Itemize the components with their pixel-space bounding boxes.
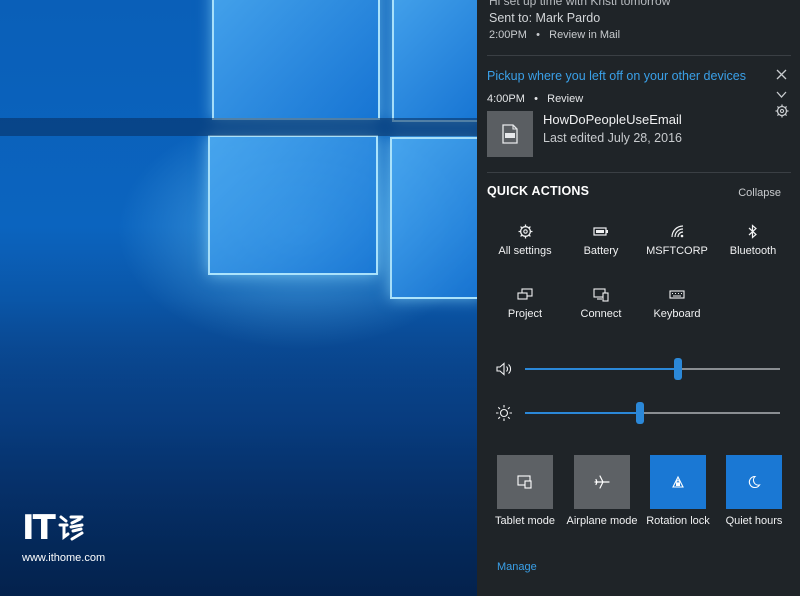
tile-label: Project	[507, 308, 543, 320]
action-center-panel: Hi set up time with Kristi tomorrow Sent…	[477, 0, 800, 596]
pickup-notification-app: Review	[547, 93, 584, 105]
ithome-url: www.ithome.com	[22, 552, 106, 564]
wifi-icon	[639, 224, 715, 242]
email-notification-meta: 2:00PM • Review in Mail	[489, 29, 620, 41]
email-notification-body[interactable]: Hi set up time with Kristi tomorrow	[489, 0, 670, 8]
quiet-hours-button[interactable]	[726, 455, 782, 509]
tile-label: Bluetooth	[729, 245, 777, 257]
ithome-watermark: IT www.ithome.com	[22, 510, 105, 564]
volume-slider-fill	[525, 368, 678, 370]
moon-icon	[748, 475, 761, 489]
keyboard-tile[interactable]: Keyboard	[639, 285, 715, 337]
ithome-logo-text: IT	[22, 508, 56, 548]
tablet-mode-button[interactable]	[497, 455, 553, 509]
tile-label: Connect	[580, 308, 622, 320]
notification-divider	[487, 55, 791, 56]
pdf-file-icon[interactable]	[487, 111, 533, 157]
tile-label: Keyboard	[653, 308, 701, 320]
battery-tile[interactable]: Battery	[563, 222, 639, 274]
airplane-mode-button[interactable]	[574, 455, 630, 509]
quick-actions-title: QUICK ACTIONS	[487, 184, 590, 198]
brightness-slider-fill	[525, 412, 640, 414]
battery-icon	[563, 224, 639, 242]
rotation-lock-label: Rotation lock	[646, 515, 710, 527]
tile-label: All settings	[498, 245, 552, 257]
email-notification-time: 2:00PM	[489, 29, 527, 41]
volume-slider-thumb[interactable]	[674, 358, 682, 380]
meta-dot: •	[529, 29, 547, 41]
volume-slider[interactable]	[525, 358, 780, 380]
project-icon	[487, 287, 563, 305]
window-logo-pane	[208, 135, 378, 275]
ithome-logo: IT	[22, 510, 105, 546]
window-logo-pane	[392, 0, 477, 122]
manage-link[interactable]: Manage	[497, 561, 537, 573]
chevron-down-icon[interactable]	[776, 88, 787, 102]
collapse-button[interactable]: Collapse	[738, 187, 781, 199]
rotation-lock-icon	[672, 475, 684, 488]
email-notification-app: Review in Mail	[549, 29, 621, 41]
email-notification-recipient[interactable]: Sent to: Mark Pardo	[489, 11, 600, 25]
gear-icon	[487, 224, 563, 242]
tile-label: Battery	[583, 245, 619, 257]
connect-icon	[563, 287, 639, 305]
bluetooth-icon	[715, 224, 791, 242]
window-logo-pane	[390, 137, 477, 299]
tile-label: MSFTCORP	[646, 245, 708, 257]
speaker-icon[interactable]	[495, 360, 513, 378]
meta-dot: •	[527, 93, 545, 105]
airplane-mode-label: Airplane mode	[566, 515, 638, 527]
window-logo-bar	[0, 118, 477, 136]
brightness-slider-thumb[interactable]	[635, 402, 644, 424]
keyboard-icon	[639, 287, 715, 305]
bluetooth-tile[interactable]: Bluetooth	[715, 222, 791, 274]
quiet-hours-label: Quiet hours	[725, 515, 783, 527]
brightness-slider[interactable]	[525, 402, 780, 424]
desktop-wallpaper: IT www.ithome.com	[0, 0, 477, 596]
pickup-group-header[interactable]: Pickup where you left off on your other …	[487, 69, 746, 83]
ithome-logo-glyph	[58, 515, 84, 541]
tablet-mode-icon	[517, 475, 532, 489]
all-settings-tile[interactable]: All settings	[487, 222, 563, 274]
network-tile[interactable]: MSFTCORP	[639, 222, 715, 274]
pickup-notification-time: 4:00PM	[487, 93, 525, 105]
close-icon[interactable]	[776, 69, 787, 83]
sun-icon[interactable]	[495, 404, 513, 422]
project-tile[interactable]: Project	[487, 285, 563, 337]
tablet-mode-label: Tablet mode	[495, 515, 555, 527]
connect-tile[interactable]: Connect	[563, 285, 639, 337]
pickup-notification-meta: 4:00PM • Review	[487, 93, 583, 105]
airplane-icon	[594, 475, 610, 489]
pickup-file-name[interactable]: HowDoPeopleUseEmail	[543, 112, 682, 127]
section-divider	[487, 172, 791, 173]
rotation-lock-button[interactable]	[650, 455, 706, 509]
window-logo-pane	[212, 0, 380, 120]
pickup-file-edited: Last edited July 28, 2016	[543, 131, 682, 145]
notification-settings-gear-icon[interactable]	[775, 104, 789, 121]
